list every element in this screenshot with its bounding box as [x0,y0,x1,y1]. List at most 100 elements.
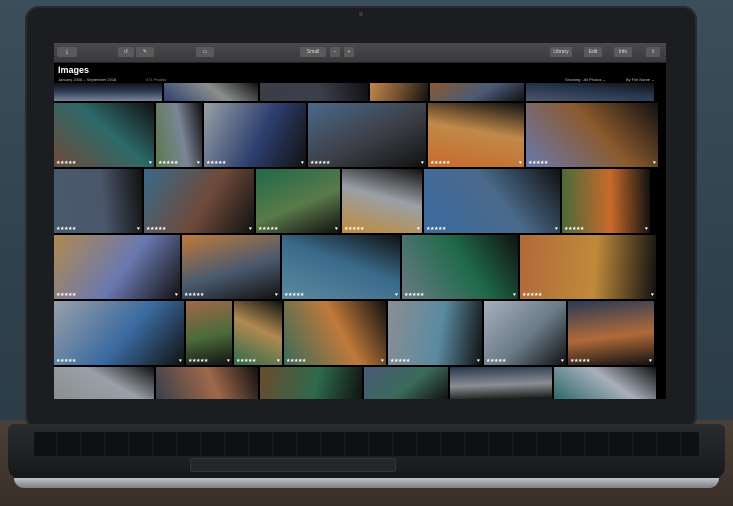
photo-thumbnail[interactable]: ★★★★★ ♥ [54,301,184,365]
tab-info[interactable]: Info [614,47,632,57]
photo-thumbnail[interactable]: ★★★★★ ♥ [424,169,560,233]
heart-icon[interactable]: ♥ [519,160,522,166]
photo-thumbnail[interactable]: ★★★★★ ♥ [428,103,524,167]
rating-stars[interactable]: ★★★★★ [258,226,278,232]
heart-icon[interactable]: ♥ [555,226,558,232]
photo-thumbnail[interactable] [260,367,362,399]
rating-stars[interactable]: ★★★★★ [390,358,410,364]
share-button[interactable]: ⇪ [646,47,660,57]
photo-thumbnail[interactable]: ★★★★★ ♥ [256,169,340,233]
photo-count: 471 Photos [146,77,167,82]
rating-stars[interactable]: ★★★★★ [188,358,208,364]
heart-icon[interactable]: ♥ [395,292,398,298]
photo-thumbnail[interactable] [156,367,258,399]
minus-icon: − [333,49,337,55]
heart-icon[interactable]: ♥ [179,358,182,364]
photo-thumbnail[interactable]: ★★★★★ ♥ [204,103,306,167]
photo-thumbnail[interactable]: ★★★★★ ♥ [402,235,518,299]
rating-stars[interactable]: ★★★★★ [236,358,256,364]
zoom-out-button[interactable]: − [330,47,340,57]
photo-thumbnail[interactable] [260,83,368,101]
photo-thumbnail[interactable]: ★★★★★ ♥ [520,235,656,299]
heart-icon[interactable]: ♥ [653,160,656,166]
rating-stars[interactable]: ★★★★★ [146,226,166,232]
rating-stars[interactable]: ★★★★★ [56,292,76,298]
heart-icon[interactable]: ♥ [227,358,230,364]
tab-library[interactable]: Library [550,47,572,57]
sort-dropdown[interactable]: By File Name ⌄ [626,77,654,82]
photo-thumbnail[interactable]: ★★★★★ ♥ [568,301,654,365]
rating-stars[interactable]: ★★★★★ [184,292,204,298]
rating-stars[interactable]: ★★★★★ [286,358,306,364]
heart-icon[interactable]: ♥ [149,160,152,166]
rating-stars[interactable]: ★★★★★ [344,226,364,232]
rating-stars[interactable]: ★★★★★ [528,160,548,166]
photo-thumbnail[interactable] [430,83,524,101]
heart-icon[interactable]: ♥ [561,358,564,364]
heart-icon[interactable]: ♥ [275,292,278,298]
photo-thumbnail[interactable] [370,83,428,101]
heart-icon[interactable]: ♥ [277,358,280,364]
rating-stars[interactable]: ★★★★★ [426,226,446,232]
photo-thumbnail[interactable]: ★★★★★ ♥ [342,169,422,233]
heart-icon[interactable]: ♥ [301,160,304,166]
photo-thumbnail[interactable]: ★★★★★ ♥ [144,169,254,233]
heart-icon[interactable]: ♥ [335,226,338,232]
rating-stars[interactable]: ★★★★★ [564,226,584,232]
photo-thumbnail[interactable]: ★★★★★ ♥ [54,235,180,299]
rating-stars[interactable]: ★★★★★ [570,358,590,364]
photo-thumbnail[interactable]: ★★★★★ ♥ [282,235,400,299]
photo-thumbnail[interactable]: ★★★★★ ♥ [484,301,566,365]
photo-thumbnail[interactable] [526,83,654,101]
heart-icon[interactable]: ♥ [197,160,200,166]
rating-stars[interactable]: ★★★★★ [284,292,304,298]
photo-thumbnail[interactable]: ★★★★★ ♥ [186,301,232,365]
rating-stars[interactable]: ★★★★★ [310,160,330,166]
heart-icon[interactable]: ♥ [651,292,654,298]
photo-thumbnail[interactable]: ★★★★★ ♥ [156,103,202,167]
photo-thumbnail[interactable] [164,83,258,101]
edit-tools-button[interactable]: ✎ [136,47,154,57]
heart-icon[interactable]: ♥ [137,226,140,232]
import-button[interactable]: ⤓ [57,47,77,57]
filter-dropdown[interactable]: Showing : All Photos ⌄ [565,77,606,82]
heart-icon[interactable]: ♥ [645,226,648,232]
heart-icon[interactable]: ♥ [249,226,252,232]
rating-stars[interactable]: ★★★★★ [56,160,76,166]
rating-stars[interactable]: ★★★★★ [56,226,76,232]
photo-thumbnail[interactable]: ★★★★★ ♥ [234,301,282,365]
heart-icon[interactable]: ♥ [513,292,516,298]
photo-thumbnail[interactable] [54,83,162,101]
share-icon: ⇪ [650,49,656,55]
photo-thumbnail[interactable] [554,367,656,399]
tab-edit[interactable]: Edit [584,47,602,57]
rating-stars[interactable]: ★★★★★ [158,160,178,166]
rating-stars[interactable]: ★★★★★ [486,358,506,364]
heart-icon[interactable]: ♥ [421,160,424,166]
photo-thumbnail[interactable] [54,367,154,399]
photo-thumbnail[interactable]: ★★★★★ ♥ [526,103,658,167]
zoom-in-button[interactable]: + [344,47,354,57]
heart-icon[interactable]: ♥ [175,292,178,298]
photo-thumbnail[interactable]: ★★★★★ ♥ [182,235,280,299]
rotate-button[interactable]: ↺ [118,47,134,57]
rating-stars[interactable]: ★★★★★ [430,160,450,166]
photo-thumbnail[interactable]: ★★★★★ ♥ [388,301,482,365]
photo-thumbnail[interactable]: ★★★★★ ♥ [54,169,142,233]
photo-thumbnail[interactable] [364,367,448,399]
rating-stars[interactable]: ★★★★★ [206,160,226,166]
photo-thumbnail[interactable]: ★★★★★ ♥ [284,301,386,365]
sidebar-toggle-button[interactable]: ▭ [196,47,214,57]
rating-stars[interactable]: ★★★★★ [522,292,542,298]
rating-stars[interactable]: ★★★★★ [404,292,424,298]
heart-icon[interactable]: ♥ [477,358,480,364]
photo-thumbnail[interactable]: ★★★★★ ♥ [562,169,650,233]
photo-thumbnail[interactable]: ★★★★★ ♥ [54,103,154,167]
heart-icon[interactable]: ♥ [417,226,420,232]
rating-stars[interactable]: ★★★★★ [56,358,76,364]
photo-thumbnail[interactable] [450,367,552,399]
heart-icon[interactable]: ♥ [649,358,652,364]
heart-icon[interactable]: ♥ [381,358,384,364]
photo-thumbnail[interactable]: ★★★★★ ♥ [308,103,426,167]
view-size-select[interactable]: Small [300,47,326,57]
